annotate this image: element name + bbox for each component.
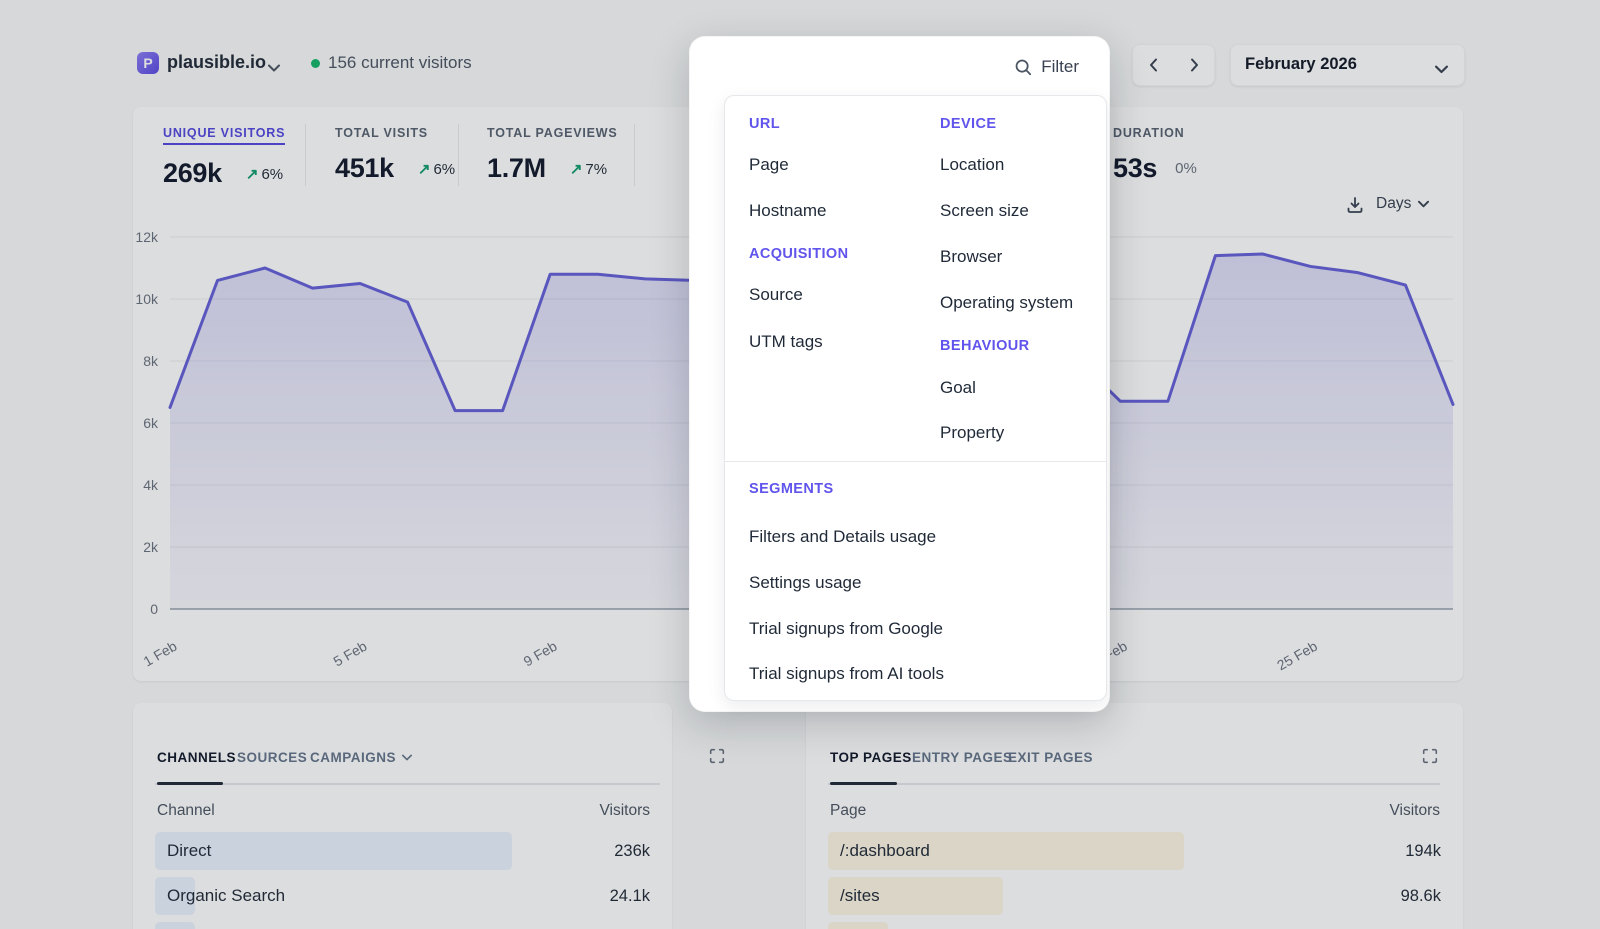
filter-label: Filter: [1041, 57, 1079, 77]
segment-item-trial-ai[interactable]: Trial signups from AI tools: [749, 664, 944, 684]
filter-item-page[interactable]: Page: [749, 155, 789, 175]
menu-divider: [725, 461, 1106, 462]
search-icon: [1014, 58, 1032, 76]
filter-item-os[interactable]: Operating system: [940, 293, 1073, 313]
section-device: DEVICE: [940, 116, 996, 132]
filter-item-source[interactable]: Source: [749, 285, 803, 305]
plausible-dashboard: P plausible.io 156 current visitors Febr…: [0, 0, 1600, 929]
filter-menu: URL Page Hostname ACQUISITION Source UTM…: [724, 95, 1107, 701]
filter-item-utm-tags[interactable]: UTM tags: [749, 332, 823, 352]
filter-item-screen-size[interactable]: Screen size: [940, 201, 1029, 221]
filter-popover: Filter URL Page Hostname ACQUISITION Sou…: [689, 36, 1110, 712]
filter-item-property[interactable]: Property: [940, 423, 1004, 443]
filter-item-hostname[interactable]: Hostname: [749, 201, 826, 221]
section-segments: SEGMENTS: [749, 481, 834, 497]
section-acquisition: ACQUISITION: [749, 246, 848, 262]
filter-item-location[interactable]: Location: [940, 155, 1004, 175]
segment-item-trial-google[interactable]: Trial signups from Google: [749, 619, 943, 639]
section-behaviour: BEHAVIOUR: [940, 338, 1030, 354]
filter-item-goal[interactable]: Goal: [940, 378, 976, 398]
segment-item-settings-usage[interactable]: Settings usage: [749, 573, 861, 593]
filter-search-button[interactable]: Filter: [1014, 57, 1079, 77]
section-url: URL: [749, 116, 780, 132]
filter-item-browser[interactable]: Browser: [940, 247, 1002, 267]
segment-item-filters-details[interactable]: Filters and Details usage: [749, 527, 936, 547]
